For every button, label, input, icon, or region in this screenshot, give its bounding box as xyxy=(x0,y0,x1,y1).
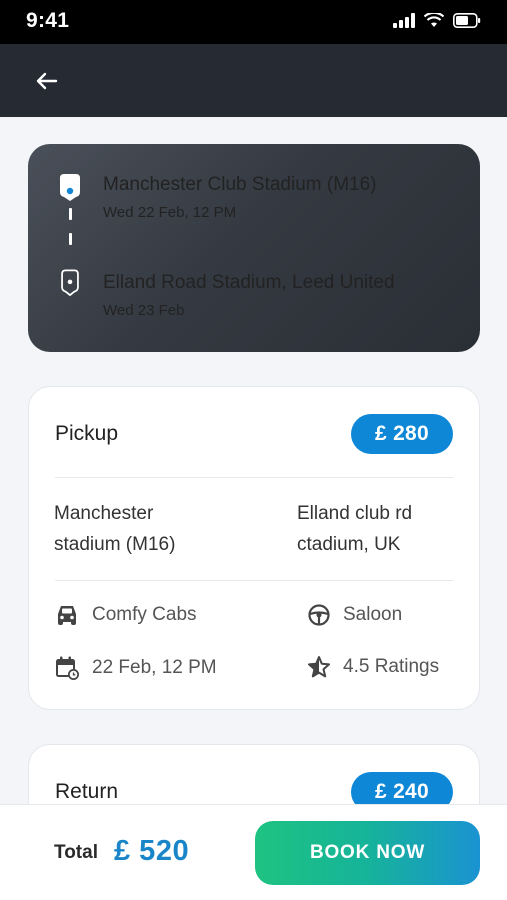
signal-icon xyxy=(393,13,415,28)
route-line xyxy=(69,233,72,245)
route-origin: Manchester Club Stadium (M16) Wed 22 Feb… xyxy=(103,174,377,221)
pickup-to-location: Elland club rd ctadium, UK xyxy=(297,498,412,560)
destination-date: Wed 23 Feb xyxy=(103,302,185,319)
pickup-from-line1: Manchester xyxy=(54,503,154,524)
pickup-datetime: 22 Feb, 12 PM xyxy=(54,655,217,681)
total-label: Total xyxy=(54,842,98,863)
origin-pin-icon xyxy=(60,174,80,201)
star-icon xyxy=(308,656,330,678)
pickup-from-line2: stadium (M16) xyxy=(54,534,176,555)
battery-icon xyxy=(453,13,481,28)
driver-rating-label: 4.5 Ratings xyxy=(343,656,440,677)
status-bar: 9:41 xyxy=(0,0,507,44)
origin-date: Wed 22 Feb, 12 PM xyxy=(103,204,237,221)
arrow-left-icon xyxy=(36,72,58,90)
driver-rating: 4.5 Ratings xyxy=(307,655,439,679)
app-header xyxy=(0,44,507,117)
bottom-bar: Total £ 520 BOOK NOW xyxy=(0,804,507,900)
calendar-clock-icon xyxy=(56,656,79,680)
status-icons xyxy=(393,13,481,28)
pickup-datetime-label: 22 Feb, 12 PM xyxy=(92,657,217,678)
total-amount: £ 520 xyxy=(114,835,190,867)
steering-wheel-icon xyxy=(308,604,330,626)
destination-name: Elland Road Stadium, Leed United xyxy=(103,272,395,293)
back-button[interactable] xyxy=(30,66,64,96)
divider xyxy=(55,580,453,581)
book-now-button[interactable]: BOOK NOW xyxy=(255,821,480,885)
wifi-icon xyxy=(424,13,444,27)
destination-pin-icon xyxy=(61,269,79,296)
pickup-card: Pickup £ 280 Manchester stadium (M16) El… xyxy=(28,386,480,710)
cab-company: Comfy Cabs xyxy=(54,603,197,627)
car-icon xyxy=(58,606,76,625)
pickup-title: Pickup xyxy=(55,422,119,445)
return-title: Return xyxy=(55,780,119,803)
vehicle-type: Saloon xyxy=(307,603,402,627)
cab-company-label: Comfy Cabs xyxy=(92,604,197,625)
pickup-to-line2: ctadium, UK xyxy=(297,534,401,555)
pickup-from-location: Manchester stadium (M16) xyxy=(54,498,175,560)
status-time: 9:41 xyxy=(26,9,70,32)
vehicle-type-label: Saloon xyxy=(343,604,403,625)
divider xyxy=(55,477,453,478)
pickup-price-badge: £ 280 xyxy=(351,414,453,454)
origin-name: Manchester Club Stadium (M16) xyxy=(103,174,377,195)
route-line xyxy=(69,208,72,220)
pickup-to-line1: Elland club rd xyxy=(297,503,413,524)
route-destination: Elland Road Stadium, Leed United Wed 23 … xyxy=(103,272,395,319)
